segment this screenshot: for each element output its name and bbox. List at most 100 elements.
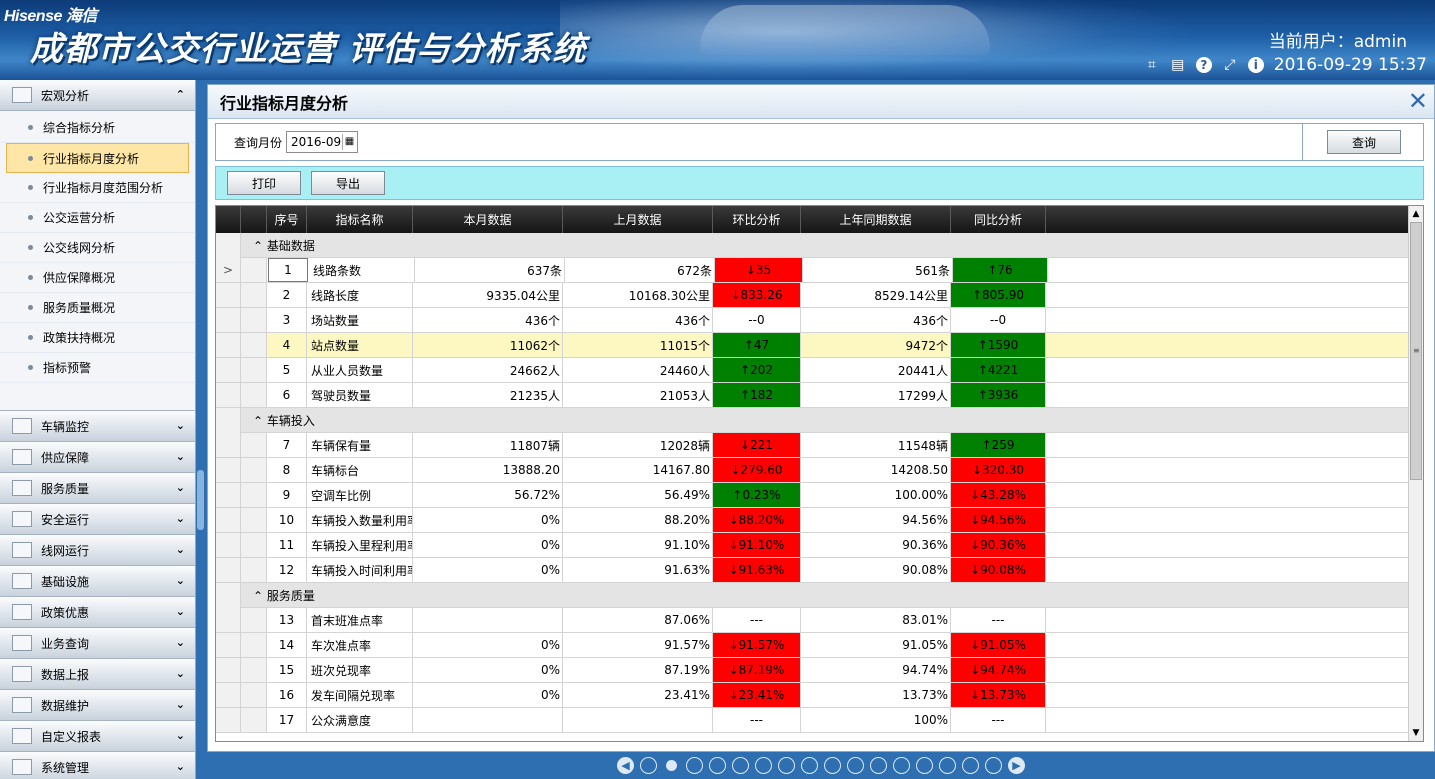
row-indicator[interactable] [216, 433, 241, 457]
expand-icon[interactable]: ⤢ [1222, 57, 1238, 73]
chevron-down-icon[interactable]: ⌄ [176, 636, 185, 649]
sidebar-group[interactable]: 线网运行 ⌄ [0, 535, 195, 566]
collapse-caret-icon[interactable]: ⌃ [253, 239, 267, 253]
chevron-down-icon[interactable]: ⌄ [176, 574, 185, 587]
crop-icon[interactable]: ⌗ [1144, 57, 1160, 73]
export-button[interactable]: 导出 [311, 171, 385, 195]
sidebar-group[interactable]: 业务查询 ⌄ [0, 628, 195, 659]
row-indicator[interactable] [216, 608, 241, 632]
col-header-mom[interactable]: 环比分析 [713, 206, 801, 233]
group-row[interactable]: ⌃ 服务质量 [216, 582, 1409, 608]
table-row[interactable]: >1 线路条数 637条 672条 ↓35 561条 ↑76 [216, 258, 1409, 283]
page-dot[interactable] [640, 757, 657, 774]
sidebar-group[interactable]: 宏观分析 ⌃ [0, 80, 195, 111]
next-page-icon[interactable]: ▶ [1008, 757, 1025, 774]
sidebar-group[interactable]: 数据上报 ⌄ [0, 659, 195, 690]
scroll-thumb[interactable]: ≡ [1410, 222, 1422, 480]
page-dot[interactable] [686, 757, 703, 774]
table-row[interactable]: 10 车辆投入数量利用率 0% 88.20% ↓88.20% 94.56% ↓94.56% [216, 508, 1409, 533]
table-row[interactable]: 7 车辆保有量 11807辆 12028辆 ↓221 11548辆 ↑259 [216, 433, 1409, 458]
sidebar-splitter[interactable] [196, 80, 205, 779]
col-header-name[interactable]: 指标名称 [307, 206, 413, 233]
close-icon[interactable]: ✕ [1408, 87, 1428, 115]
row-indicator[interactable] [216, 483, 241, 507]
grid-scrollbar[interactable]: ▲ ≡ ▼ [1408, 206, 1423, 741]
table-row[interactable]: 17 公众满意度 --- 100% --- [216, 708, 1409, 733]
row-pointer-icon[interactable]: > [216, 258, 241, 282]
row-indicator[interactable] [216, 558, 241, 582]
chevron-down-icon[interactable]: ⌄ [176, 605, 185, 618]
scroll-down-icon[interactable]: ▼ [1409, 725, 1423, 741]
col-header-yoy[interactable]: 同比分析 [951, 206, 1046, 233]
sidebar-subitem[interactable]: 行业指标月度分析 [6, 143, 189, 173]
row-indicator[interactable] [216, 458, 241, 482]
table-row[interactable]: 4 站点数量 11062个 11015个 ↑47 9472个 ↑1590 [216, 333, 1409, 358]
col-header-no[interactable]: 序号 [267, 206, 307, 233]
row-indicator[interactable] [216, 533, 241, 557]
query-month-input[interactable]: 2016-09 ▦ [286, 131, 359, 153]
sidebar-subitem[interactable]: 政策扶持概况 [0, 323, 195, 353]
table-row[interactable]: 11 车辆投入里程利用率 0% 91.10% ↓91.10% 90.36% ↓90.36% [216, 533, 1409, 558]
chevron-down-icon[interactable]: ⌄ [176, 667, 185, 680]
chevron-down-icon[interactable]: ⌄ [176, 543, 185, 556]
row-indicator[interactable] [216, 708, 241, 732]
sidebar-subitem[interactable]: 公交运营分析 [0, 203, 195, 233]
row-indicator[interactable] [216, 308, 241, 332]
calendar-icon[interactable]: ▦ [342, 134, 356, 150]
page-dot[interactable] [939, 757, 956, 774]
sidebar-subitem[interactable]: 指标预警 [0, 353, 195, 383]
page-dot[interactable] [916, 757, 933, 774]
row-indicator[interactable] [216, 658, 241, 682]
page-dot[interactable] [732, 757, 749, 774]
page-dot[interactable] [847, 757, 864, 774]
chevron-up-icon[interactable]: ⌃ [176, 88, 185, 101]
chevron-down-icon[interactable]: ⌄ [176, 419, 185, 432]
page-dot[interactable] [709, 757, 726, 774]
collapse-handle[interactable] [197, 470, 204, 530]
table-row[interactable]: 8 车辆标台 13888.20 14167.80 ↓279.60 14208.50 ↓320… [216, 458, 1409, 483]
chevron-down-icon[interactable]: ⌄ [176, 698, 185, 711]
chevron-down-icon[interactable]: ⌄ [176, 729, 185, 742]
sidebar-group[interactable]: 政策优惠 ⌄ [0, 597, 195, 628]
sidebar-group[interactable]: 基础设施 ⌄ [0, 566, 195, 597]
print-button[interactable]: 打印 [227, 171, 301, 195]
chevron-down-icon[interactable]: ⌄ [176, 760, 185, 773]
page-dot[interactable] [870, 757, 887, 774]
help-icon[interactable]: ? [1195, 57, 1212, 73]
sidebar-group[interactable]: 服务质量 ⌄ [0, 473, 195, 504]
table-row[interactable]: 6 驾驶员数量 21235人 21053人 ↑182 17299人 ↑3936 [216, 383, 1409, 408]
info-icon[interactable]: i [1247, 57, 1264, 73]
page-dot[interactable] [962, 757, 979, 774]
chevron-down-icon[interactable]: ⌄ [176, 481, 185, 494]
sidebar-group[interactable]: 自定义报表 ⌄ [0, 721, 195, 752]
page-dot[interactable] [778, 757, 795, 774]
table-row[interactable]: 16 发车间隔兑现率 0% 23.41% ↓23.41% 13.73% ↓13.73% [216, 683, 1409, 708]
table-row[interactable]: 13 首末班准点率 87.06% --- 83.01% --- [216, 608, 1409, 633]
row-indicator[interactable] [216, 283, 241, 307]
query-button[interactable]: 查询 [1327, 130, 1401, 154]
sidebar-group[interactable]: 数据维护 ⌄ [0, 690, 195, 721]
table-row[interactable]: 3 场站数量 436个 436个 --0 436个 --0 [216, 308, 1409, 333]
sidebar-group[interactable]: 系统管理 ⌄ [0, 752, 195, 779]
col-header-previous[interactable]: 上月数据 [563, 206, 713, 233]
sidebar-subitem[interactable]: 公交线网分析 [0, 233, 195, 263]
sidebar-group[interactable]: 供应保障 ⌄ [0, 442, 195, 473]
table-row[interactable]: 5 从业人员数量 24662人 24460人 ↑202 20441人 ↑4221 [216, 358, 1409, 383]
table-row[interactable]: 9 空调车比例 56.72% 56.49% ↑0.23% 100.00% ↓43.28% [216, 483, 1409, 508]
sidebar-group[interactable]: 安全运行 ⌄ [0, 504, 195, 535]
collapse-caret-icon[interactable]: ⌃ [253, 414, 267, 428]
sidebar-subitem[interactable]: 行业指标月度范围分析 [0, 173, 195, 203]
col-header-yoy-base[interactable]: 上年同期数据 [801, 206, 951, 233]
page-dot[interactable] [801, 757, 818, 774]
group-row[interactable]: ⌃ 基础数据 [216, 233, 1409, 258]
sidebar-subitem[interactable]: 服务质量概况 [0, 293, 195, 323]
scroll-up-icon[interactable]: ▲ [1409, 206, 1423, 222]
sidebar-group[interactable]: 车辆监控 ⌄ [0, 411, 195, 442]
chevron-down-icon[interactable]: ⌄ [176, 512, 185, 525]
chevron-down-icon[interactable]: ⌄ [176, 450, 185, 463]
prev-page-icon[interactable]: ◀ [617, 757, 634, 774]
page-dot[interactable] [893, 757, 910, 774]
page-dot[interactable] [824, 757, 841, 774]
table-row[interactable]: 14 车次准点率 0% 91.57% ↓91.57% 91.05% ↓91.05% [216, 633, 1409, 658]
page-dot[interactable] [985, 757, 1002, 774]
